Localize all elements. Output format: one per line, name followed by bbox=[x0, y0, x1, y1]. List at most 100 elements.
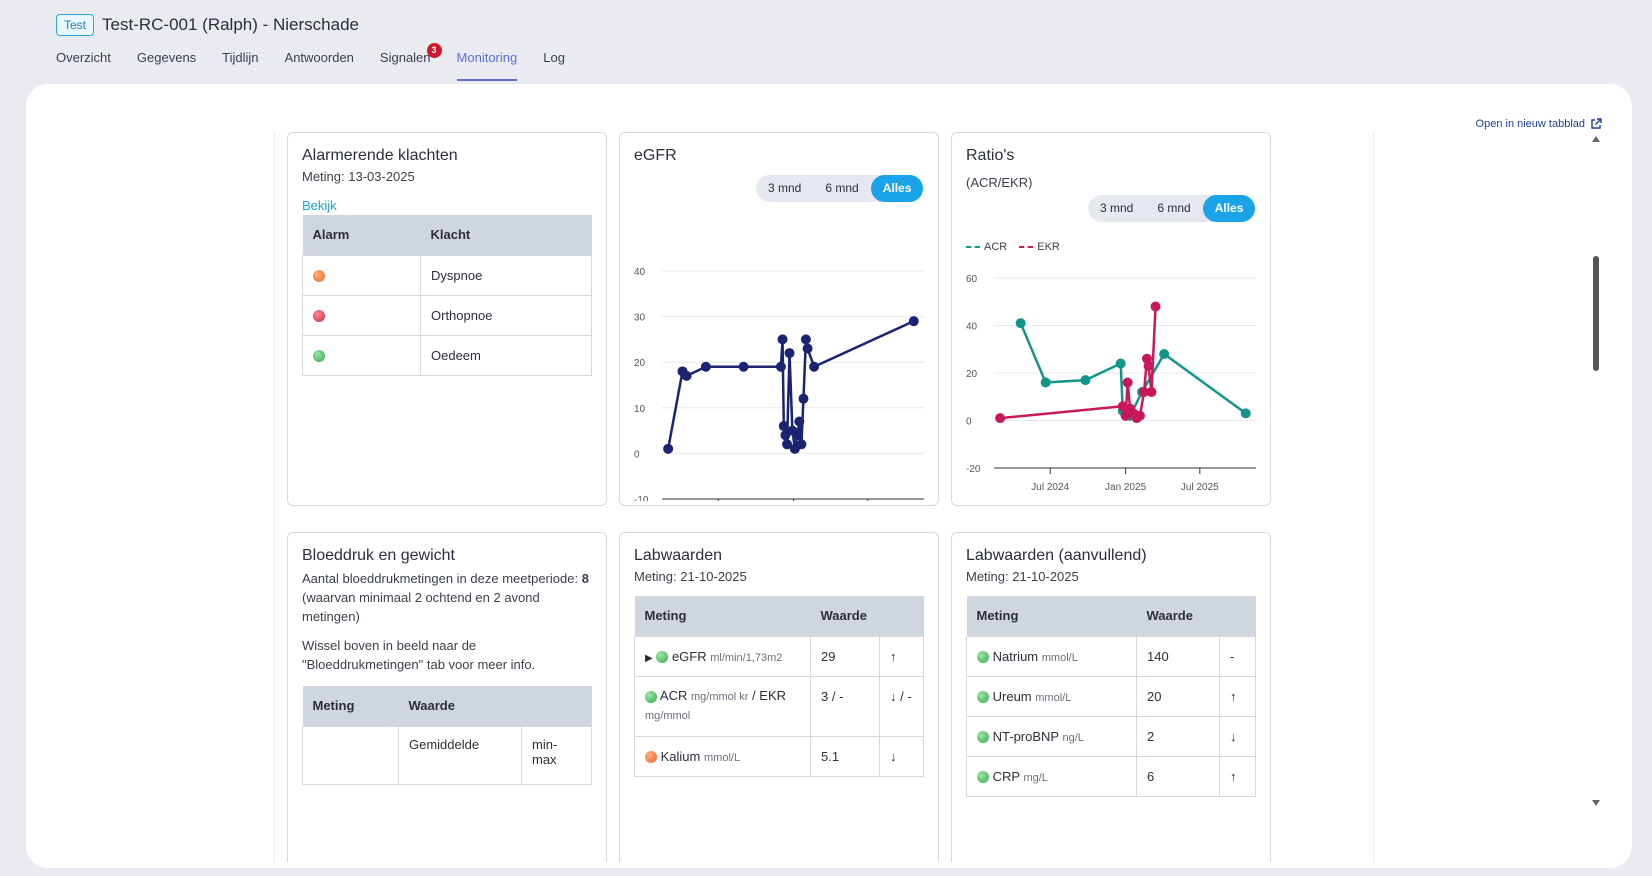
alarm-card-title: Alarmerende klachten bbox=[302, 147, 458, 164]
lab-unit: mmol/L bbox=[1035, 691, 1072, 704]
tab-overzicht[interactable]: Overzicht bbox=[56, 50, 111, 81]
data-point bbox=[798, 393, 809, 404]
lab-status-dot bbox=[656, 651, 669, 664]
y-tick-label: -20 bbox=[966, 464, 981, 475]
lab-value: 140 bbox=[1136, 635, 1220, 677]
data-point bbox=[700, 361, 711, 372]
environment-badge: Test bbox=[56, 14, 95, 36]
x-tick-label: Jan 2025 bbox=[1105, 482, 1147, 493]
open-new-tab-link[interactable]: Open in nieuw tabblad bbox=[1476, 118, 1602, 130]
signalen-count-badge: 3 bbox=[426, 43, 442, 58]
data-point bbox=[1159, 349, 1170, 359]
lab-status-dot bbox=[977, 731, 989, 744]
scroll-down-arrow-icon[interactable] bbox=[1592, 800, 1600, 806]
table-row[interactable]: ▶ eGFR ml/min/1,73m2 29 ↑ bbox=[634, 635, 924, 677]
table-row: Kalium mmol/L 5.1 ↓ bbox=[634, 735, 924, 777]
patient-header: Test Test-RC-001 (Ralph) - Nierschade bbox=[56, 14, 359, 36]
data-point bbox=[792, 430, 803, 441]
scrollbar[interactable] bbox=[1590, 136, 1602, 806]
minmax-subheader: min-max bbox=[521, 725, 592, 785]
scroll-up-arrow-icon[interactable] bbox=[1592, 136, 1600, 142]
labwaarden-aanvullend-table: Meting Waarde Natrium mmol/L 140 - Ureum… bbox=[966, 596, 1256, 797]
tab-signalen-label: Signalen bbox=[379, 50, 431, 65]
x-tick-label: Jul 2025 bbox=[1181, 482, 1219, 493]
data-point bbox=[1015, 318, 1026, 329]
y-tick-label: 0 bbox=[966, 417, 972, 428]
bloeddruk-switch-hint: Wissel boven in beeld naar de "Bloeddruk… bbox=[302, 638, 536, 672]
egfr-range-all[interactable]: Alles bbox=[870, 175, 924, 202]
legend-acr-label: ACR bbox=[984, 241, 1008, 253]
tab-log[interactable]: Log bbox=[543, 50, 565, 81]
tab-monitoring[interactable]: Monitoring bbox=[456, 50, 518, 81]
lab-value: 6 bbox=[1136, 755, 1220, 797]
monitoring-panel: Open in nieuw tabblad Alarmerende klacht… bbox=[26, 84, 1632, 868]
labwaarden-card: Labwaarden Meting: 21-10-2025 Meting Waa… bbox=[619, 532, 939, 862]
table-row: Dyspnoe bbox=[302, 254, 592, 296]
lab-unit: mg/L bbox=[1023, 771, 1048, 784]
data-point bbox=[1040, 377, 1051, 388]
lab-name: Natrium bbox=[992, 648, 1039, 664]
egfr-card: eGFR 3 mnd 6 mnd Alles -10010203040Jul 2… bbox=[619, 132, 939, 506]
x-tick-label: Jul 2024 bbox=[1031, 482, 1069, 493]
ratio-legend: ACR EKR bbox=[966, 241, 1060, 253]
y-tick-label: 30 bbox=[634, 313, 646, 324]
external-link-icon bbox=[1591, 118, 1602, 129]
y-tick-label: 60 bbox=[966, 274, 978, 285]
legend-ekr[interactable]: EKR bbox=[1019, 241, 1060, 253]
table-row: Oedeem bbox=[302, 334, 592, 376]
data-point bbox=[1146, 387, 1157, 397]
lab-status-dot bbox=[977, 771, 989, 784]
tab-gegevens[interactable]: Gegevens bbox=[137, 50, 196, 81]
lab-status-dot bbox=[977, 651, 989, 664]
expand-triangle-icon[interactable]: ▶ bbox=[645, 653, 653, 664]
lab-value: 20 bbox=[1136, 675, 1220, 717]
data-point bbox=[800, 334, 811, 345]
bekijk-link[interactable]: Bekijk bbox=[302, 198, 592, 213]
meting-column-header: Meting bbox=[634, 596, 811, 636]
table-row: Ureum mmol/L 20 ↑ bbox=[966, 675, 1256, 717]
tab-antwoorden[interactable]: Antwoorden bbox=[285, 50, 354, 81]
bloeddruk-count: 8 bbox=[581, 571, 589, 586]
lab-name-2: EKR bbox=[759, 688, 787, 703]
table-row: NT-proBNP ng/L 2 ↓ bbox=[966, 715, 1256, 757]
legend-ekr-label: EKR bbox=[1037, 241, 1060, 253]
lab-trend: ↓ bbox=[879, 735, 924, 777]
waarde-column-header: Waarde bbox=[1136, 596, 1256, 636]
klacht-column-header: Klacht bbox=[420, 215, 592, 255]
bloeddruk-card: Bloeddruk en gewicht Aantal bloeddrukmet… bbox=[287, 532, 607, 862]
lab-unit-2: mg/mmol bbox=[645, 710, 691, 722]
labwaarden-aanvullend-title: Labwaarden (aanvullend) bbox=[966, 547, 1147, 564]
lab-trend: ↑ bbox=[1219, 675, 1256, 717]
legend-acr-swatch bbox=[966, 246, 980, 249]
lab-status-dot bbox=[977, 691, 989, 704]
scroll-thumb[interactable] bbox=[1593, 256, 1599, 371]
ratio-range-3m[interactable]: 3 mnd bbox=[1088, 195, 1145, 222]
data-point bbox=[778, 421, 789, 432]
data-point bbox=[1134, 410, 1145, 421]
data-point bbox=[784, 348, 795, 359]
y-tick-label: 20 bbox=[634, 358, 646, 369]
labwaarden-meting: Meting: 21-10-2025 bbox=[634, 569, 747, 584]
lab-trend: ↑ bbox=[879, 635, 924, 677]
alarm-card: Alarmerende klachten Meting: 13-03-2025 … bbox=[287, 132, 607, 506]
ratio-range-6m[interactable]: 6 mnd bbox=[1145, 195, 1202, 222]
bloeddruk-min-text: (waarvan minimaal 2 ochtend en 2 avond m… bbox=[302, 590, 540, 624]
meting-column-header: Meting bbox=[966, 596, 1137, 636]
tab-tijdlijn[interactable]: Tijdlijn bbox=[222, 50, 258, 81]
alarm-table: Alarm Klacht Dyspnoe Orthopnoe Oedeem bbox=[302, 215, 592, 376]
bloeddruk-info: Aantal bloeddrukmetingen in deze meetper… bbox=[302, 569, 592, 626]
lab-trend: ↑ bbox=[1219, 755, 1256, 797]
table-row: ACR mg/mmol kr / EKR mg/mmol 3 / - ↓ / - bbox=[634, 675, 924, 737]
lab-value: 29 bbox=[810, 635, 880, 677]
tab-signalen[interactable]: Signalen 3 bbox=[379, 43, 442, 81]
lab-value: 2 bbox=[1136, 715, 1220, 757]
egfr-range-3m[interactable]: 3 mnd bbox=[756, 175, 813, 202]
legend-acr[interactable]: ACR bbox=[966, 241, 1007, 253]
y-tick-label: 0 bbox=[634, 449, 640, 460]
data-point bbox=[794, 416, 805, 427]
egfr-range-6m[interactable]: 6 mnd bbox=[813, 175, 870, 202]
ratio-chart: -20 0 20 40 60 Jul 2024 Jan 2025 Jul 2025 bbox=[966, 274, 1256, 493]
ratio-range-all[interactable]: Alles bbox=[1202, 195, 1256, 222]
klacht-cell: Orthopnoe bbox=[420, 294, 592, 336]
tab-bar: Overzicht Gegevens Tijdlijn Antwoorden S… bbox=[56, 43, 565, 81]
